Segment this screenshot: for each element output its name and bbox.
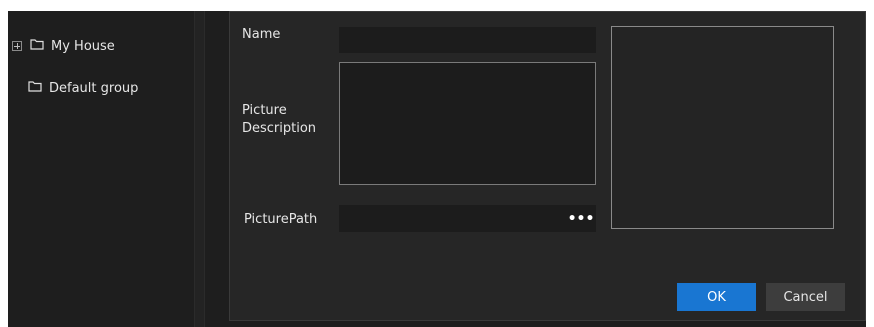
tree-item-default-group[interactable]: Default group bbox=[28, 77, 138, 99]
picture-dialog: Name Picture Description PicturePath •••… bbox=[229, 11, 866, 321]
name-input[interactable] bbox=[339, 27, 596, 53]
picture-preview bbox=[611, 26, 834, 229]
app-window: My House Default group Name Picture Desc… bbox=[8, 11, 866, 327]
name-label: Name bbox=[242, 27, 281, 42]
ok-button[interactable]: OK bbox=[677, 283, 756, 311]
tree-item-label: My House bbox=[51, 38, 115, 54]
browse-button[interactable]: ••• bbox=[567, 205, 595, 232]
group-tree: My House Default group bbox=[8, 11, 194, 327]
splitter[interactable] bbox=[194, 11, 205, 327]
picture-path-label: PicturePath bbox=[244, 212, 318, 227]
tree-item-label: Default group bbox=[49, 80, 139, 96]
picture-path-input[interactable] bbox=[339, 205, 596, 232]
folder-icon bbox=[30, 38, 44, 54]
folder-icon bbox=[28, 80, 42, 96]
description-label: Picture Description bbox=[242, 103, 317, 136]
tree-item-my-house[interactable]: My House bbox=[12, 35, 115, 57]
expand-plus-icon[interactable] bbox=[12, 41, 22, 51]
description-textarea[interactable] bbox=[339, 62, 596, 185]
cancel-button[interactable]: Cancel bbox=[766, 283, 845, 311]
